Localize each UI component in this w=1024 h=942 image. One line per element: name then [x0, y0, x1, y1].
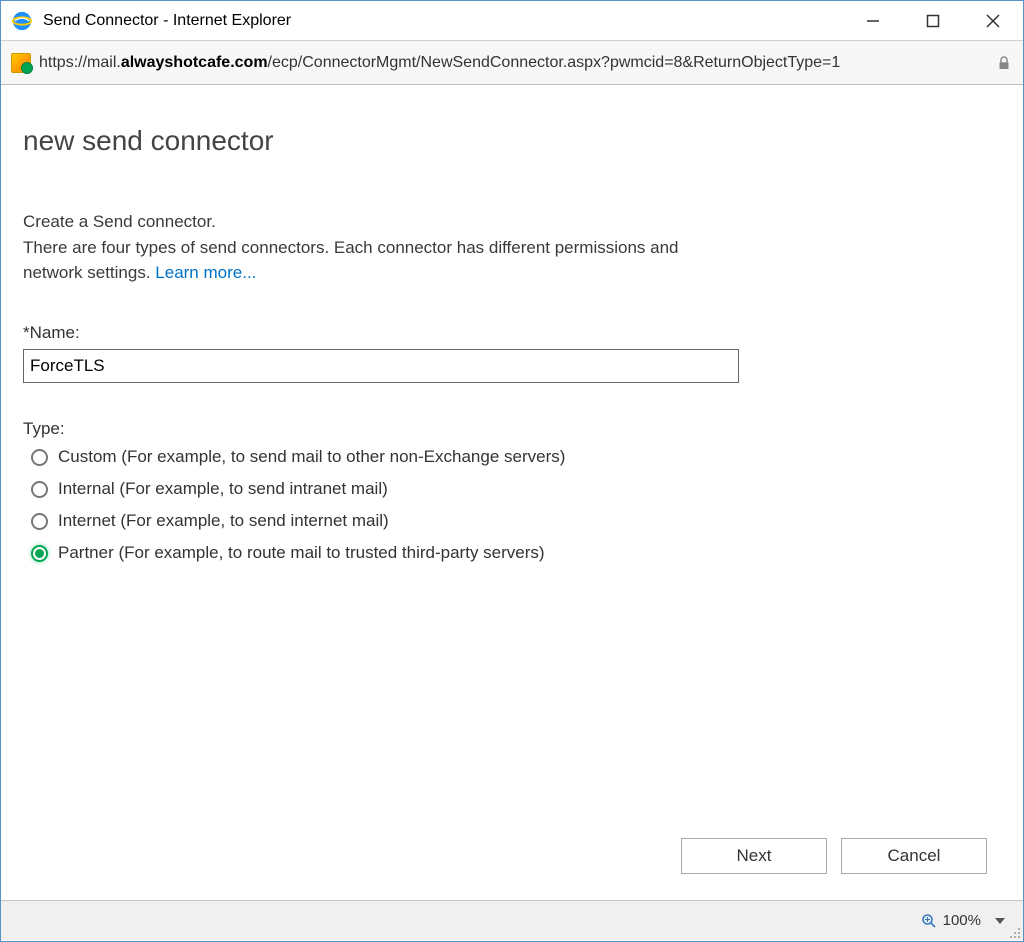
status-bar: 100% [1, 900, 1023, 940]
minimize-button[interactable] [843, 1, 903, 40]
radio-label: Internal (For example, to send intranet … [58, 479, 388, 499]
type-radio-group: Custom (For example, to send mail to oth… [23, 447, 1001, 563]
close-icon [986, 14, 1000, 28]
radio-icon [31, 513, 48, 530]
window-titlebar: Send Connector - Internet Explorer [1, 1, 1023, 41]
zoom-value: 100% [943, 912, 981, 929]
learn-more-link[interactable]: Learn more... [155, 263, 256, 282]
button-bar: Next Cancel [681, 838, 987, 874]
intro-line: Create a Send connector. [23, 212, 1001, 232]
page-favicon-icon [11, 53, 31, 73]
url-text: https://mail.alwayshotcafe.com/ecp/Conne… [39, 54, 985, 72]
cancel-button[interactable]: Cancel [841, 838, 987, 874]
radio-option-partner[interactable]: Partner (For example, to route mail to t… [31, 543, 1001, 563]
address-bar[interactable]: https://mail.alwayshotcafe.com/ecp/Conne… [1, 41, 1023, 85]
zoom-control[interactable]: 100% [921, 912, 1005, 929]
radio-option-internet[interactable]: Internet (For example, to send internet … [31, 511, 1001, 531]
window-controls [843, 1, 1023, 40]
lock-icon [995, 54, 1013, 72]
page-heading: new send connector [23, 125, 1001, 157]
next-button[interactable]: Next [681, 838, 827, 874]
resize-grip-icon[interactable] [1007, 925, 1021, 939]
magnifier-icon [921, 913, 937, 929]
minimize-icon [866, 14, 880, 28]
chevron-down-icon [995, 918, 1005, 924]
maximize-icon [926, 14, 940, 28]
content-area: new send connector Create a Send connect… [1, 85, 1023, 900]
type-label: Type: [23, 419, 1001, 439]
name-input[interactable] [23, 349, 739, 383]
name-label: *Name: [23, 323, 1001, 343]
radio-label: Partner (For example, to route mail to t… [58, 543, 545, 563]
radio-option-internal[interactable]: Internal (For example, to send intranet … [31, 479, 1001, 499]
close-button[interactable] [963, 1, 1023, 40]
radio-label: Custom (For example, to send mail to oth… [58, 447, 565, 467]
maximize-button[interactable] [903, 1, 963, 40]
window-title: Send Connector - Internet Explorer [43, 12, 843, 30]
intro-detail: There are four types of send connectors.… [23, 236, 703, 285]
ie-logo-icon [11, 10, 33, 32]
radio-label: Internet (For example, to send internet … [58, 511, 389, 531]
radio-option-custom[interactable]: Custom (For example, to send mail to oth… [31, 447, 1001, 467]
radio-icon [31, 449, 48, 466]
radio-icon [31, 481, 48, 498]
radio-icon [31, 545, 48, 562]
